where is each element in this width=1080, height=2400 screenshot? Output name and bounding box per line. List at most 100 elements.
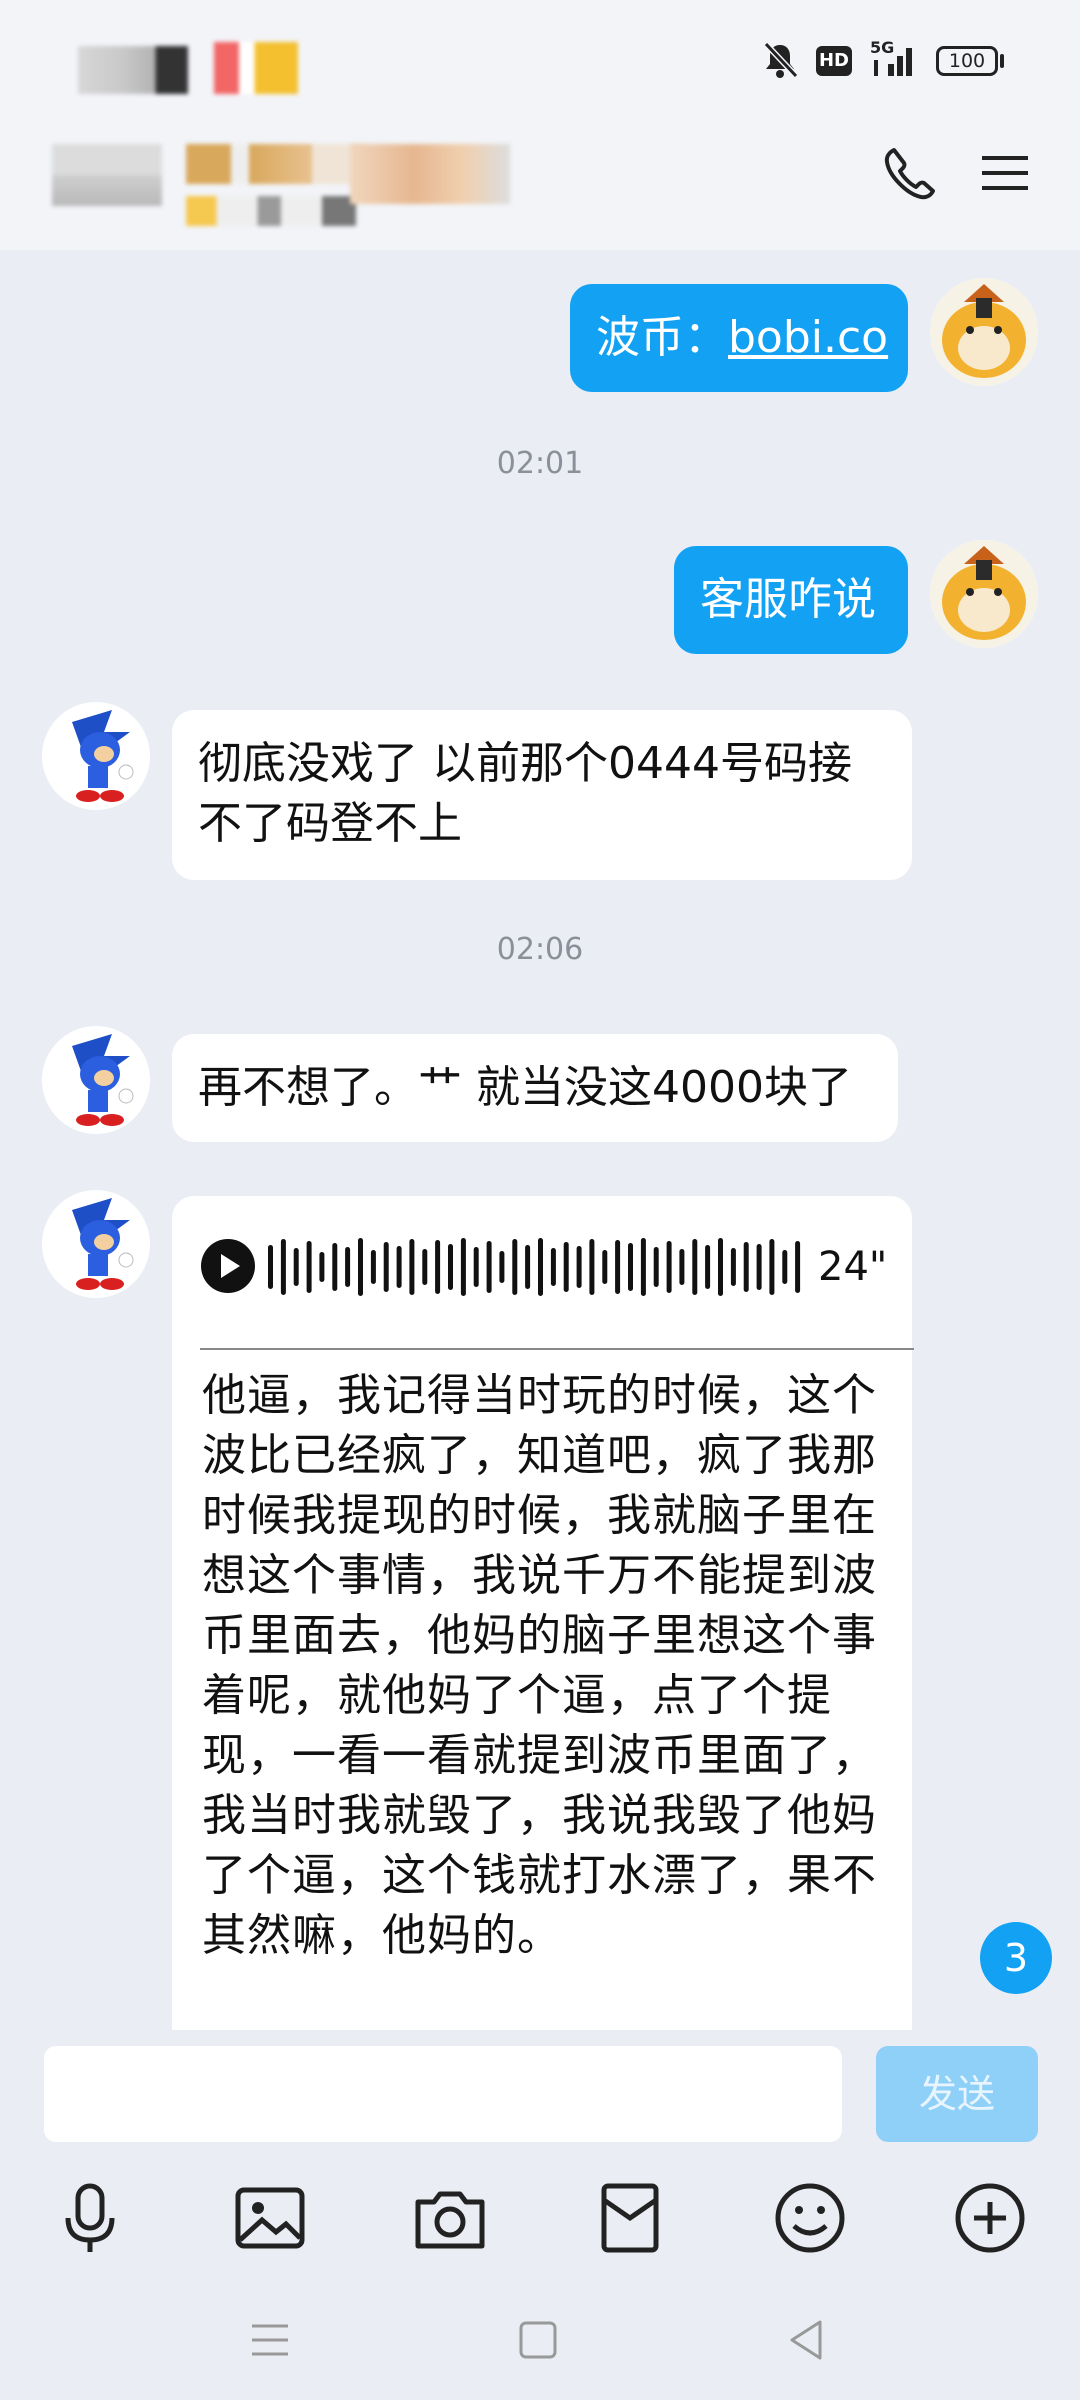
recent-apps-icon[interactable]: [240, 2310, 300, 2370]
contact-avatar[interactable]: [42, 702, 150, 810]
status-bar-time-blurred: [78, 46, 188, 94]
input-toolbar: [0, 2150, 1080, 2280]
emoji-icon[interactable]: [770, 2178, 850, 2258]
waveform-bar: [499, 1251, 505, 1283]
waveform-bar: [666, 1241, 672, 1293]
contact-avatar[interactable]: [42, 1026, 150, 1134]
waveform-bar: [538, 1238, 543, 1296]
waveform-bar: [589, 1239, 595, 1295]
waveform-bar: [563, 1242, 569, 1292]
timestamp: 02:06: [496, 932, 584, 967]
sonic-avatar-image: [42, 1026, 150, 1134]
waveform-bar: [550, 1248, 556, 1286]
waveform-bar: [358, 1238, 363, 1296]
plus-icon[interactable]: [950, 2178, 1030, 2258]
waveform-bar: [319, 1252, 325, 1282]
message-text: 彻底没戏了 以前那个0444号码接不了码登不上: [198, 738, 852, 849]
message-bubble-received[interactable]: 彻底没戏了 以前那个0444号码接不了码登不上: [172, 710, 912, 880]
system-nav-bar: [0, 2280, 1080, 2400]
waveform-bar: [525, 1245, 531, 1289]
message-input[interactable]: [44, 2046, 842, 2142]
waveform-bar: [512, 1239, 518, 1295]
waveform-bar: [795, 1241, 801, 1293]
hd-icon: HD: [816, 46, 852, 76]
waveform-bar: [718, 1238, 723, 1296]
message-text: 波币：: [596, 312, 728, 363]
unread-count-badge[interactable]: 3: [980, 1922, 1052, 1994]
camera-icon[interactable]: [410, 2178, 490, 2258]
back-icon[interactable]: [776, 2310, 836, 2370]
voice-message-bubble[interactable]: 24" 他逼，我记得当时玩的时候，这个波比已经疯了，知道吧，疯了我那时候我提现的…: [172, 1196, 914, 2030]
message-text: 再不想了。艹 就当没这4000块了: [198, 1062, 852, 1113]
contact-name-blurred-2: [186, 144, 366, 184]
waveform-bar: [769, 1239, 775, 1295]
status-bar: HD 5G 100: [0, 0, 1080, 130]
battery-level: 100: [948, 50, 986, 72]
contact-extra-blurred: [350, 144, 510, 204]
red-packet-icon[interactable]: [590, 2178, 670, 2258]
pikachu-tail-avatar-image: [930, 540, 1038, 648]
signal-icon: [874, 48, 912, 76]
message-bubble-sent[interactable]: 客服咋说: [674, 546, 908, 654]
message-bubble-received[interactable]: 再不想了。艹 就当没这4000块了: [172, 1034, 898, 1142]
contact-avatar[interactable]: [42, 1190, 150, 1298]
waveform-bar: [705, 1245, 711, 1289]
status-bar-app-icons-blurred: [214, 42, 298, 94]
waveform-bar: [332, 1243, 338, 1291]
waveform-bar: [473, 1247, 479, 1287]
waveform-bar: [730, 1248, 736, 1286]
waveform-bar: [486, 1241, 492, 1293]
waveform-bar: [615, 1240, 621, 1294]
sonic-avatar-image: [42, 1190, 150, 1298]
waveform-bar: [435, 1240, 441, 1294]
waveform-bar: [370, 1250, 376, 1284]
play-icon[interactable]: [200, 1238, 256, 1294]
waveform-bar: [692, 1239, 698, 1295]
message-list[interactable]: 波币：bobi.co 02:01 客服咋说 彻底没戏了 以前那个0444号码接不…: [0, 250, 1080, 2030]
waveform-bar: [576, 1246, 582, 1288]
mute-bell-icon: [763, 41, 799, 79]
message-link[interactable]: bobi.co: [728, 312, 888, 363]
waveform: [268, 1238, 801, 1296]
waveform-bar: [602, 1250, 608, 1284]
hamburger-menu-icon[interactable]: [978, 146, 1032, 200]
waveform-bar: [306, 1241, 312, 1293]
my-avatar[interactable]: [930, 278, 1038, 386]
voice-duration: 24": [818, 1244, 888, 1290]
waveform-bar: [345, 1247, 351, 1287]
home-icon[interactable]: [508, 2310, 568, 2370]
message-text: 客服咋说: [700, 574, 876, 625]
waveform-bar: [409, 1239, 415, 1295]
waveform-bar: [782, 1250, 788, 1284]
waveform-bar: [280, 1239, 286, 1295]
waveform-bar: [653, 1247, 659, 1287]
chat-header: [0, 130, 1080, 250]
waveform-bar: [396, 1246, 402, 1288]
voice-transcript: 他逼，我记得当时玩的时候，这个波比已经疯了，知道吧，疯了我那时候我提现的时候，我…: [202, 1370, 877, 1961]
send-button[interactable]: 发送: [876, 2046, 1038, 2142]
voice-player[interactable]: 24": [200, 1234, 960, 1304]
battery-tip: [1000, 54, 1004, 68]
waveform-bar: [460, 1238, 466, 1296]
voice-divider: [200, 1348, 914, 1350]
waveform-bar: [679, 1249, 685, 1285]
waveform-bar: [743, 1242, 749, 1292]
waveform-bar: [640, 1238, 646, 1296]
message-bubble-sent[interactable]: 波币：bobi.co: [570, 284, 908, 392]
microphone-icon[interactable]: [50, 2178, 130, 2258]
waveform-bar: [448, 1244, 453, 1290]
phone-icon[interactable]: [880, 144, 940, 204]
image-icon[interactable]: [230, 2178, 310, 2258]
contact-status-blurred: [186, 196, 356, 226]
contact-name-blurred[interactable]: [52, 144, 162, 206]
waveform-bar: [293, 1248, 299, 1286]
sonic-avatar-image: [42, 702, 150, 810]
waveform-bar: [628, 1243, 633, 1291]
pikachu-tail-avatar-image: [930, 278, 1038, 386]
waveform-bar: [383, 1242, 389, 1292]
waveform-bar: [268, 1245, 273, 1289]
my-avatar[interactable]: [930, 540, 1038, 648]
battery-icon: 100: [936, 46, 998, 76]
input-bar: 发送: [0, 2030, 1080, 2150]
waveform-bar: [756, 1244, 762, 1290]
